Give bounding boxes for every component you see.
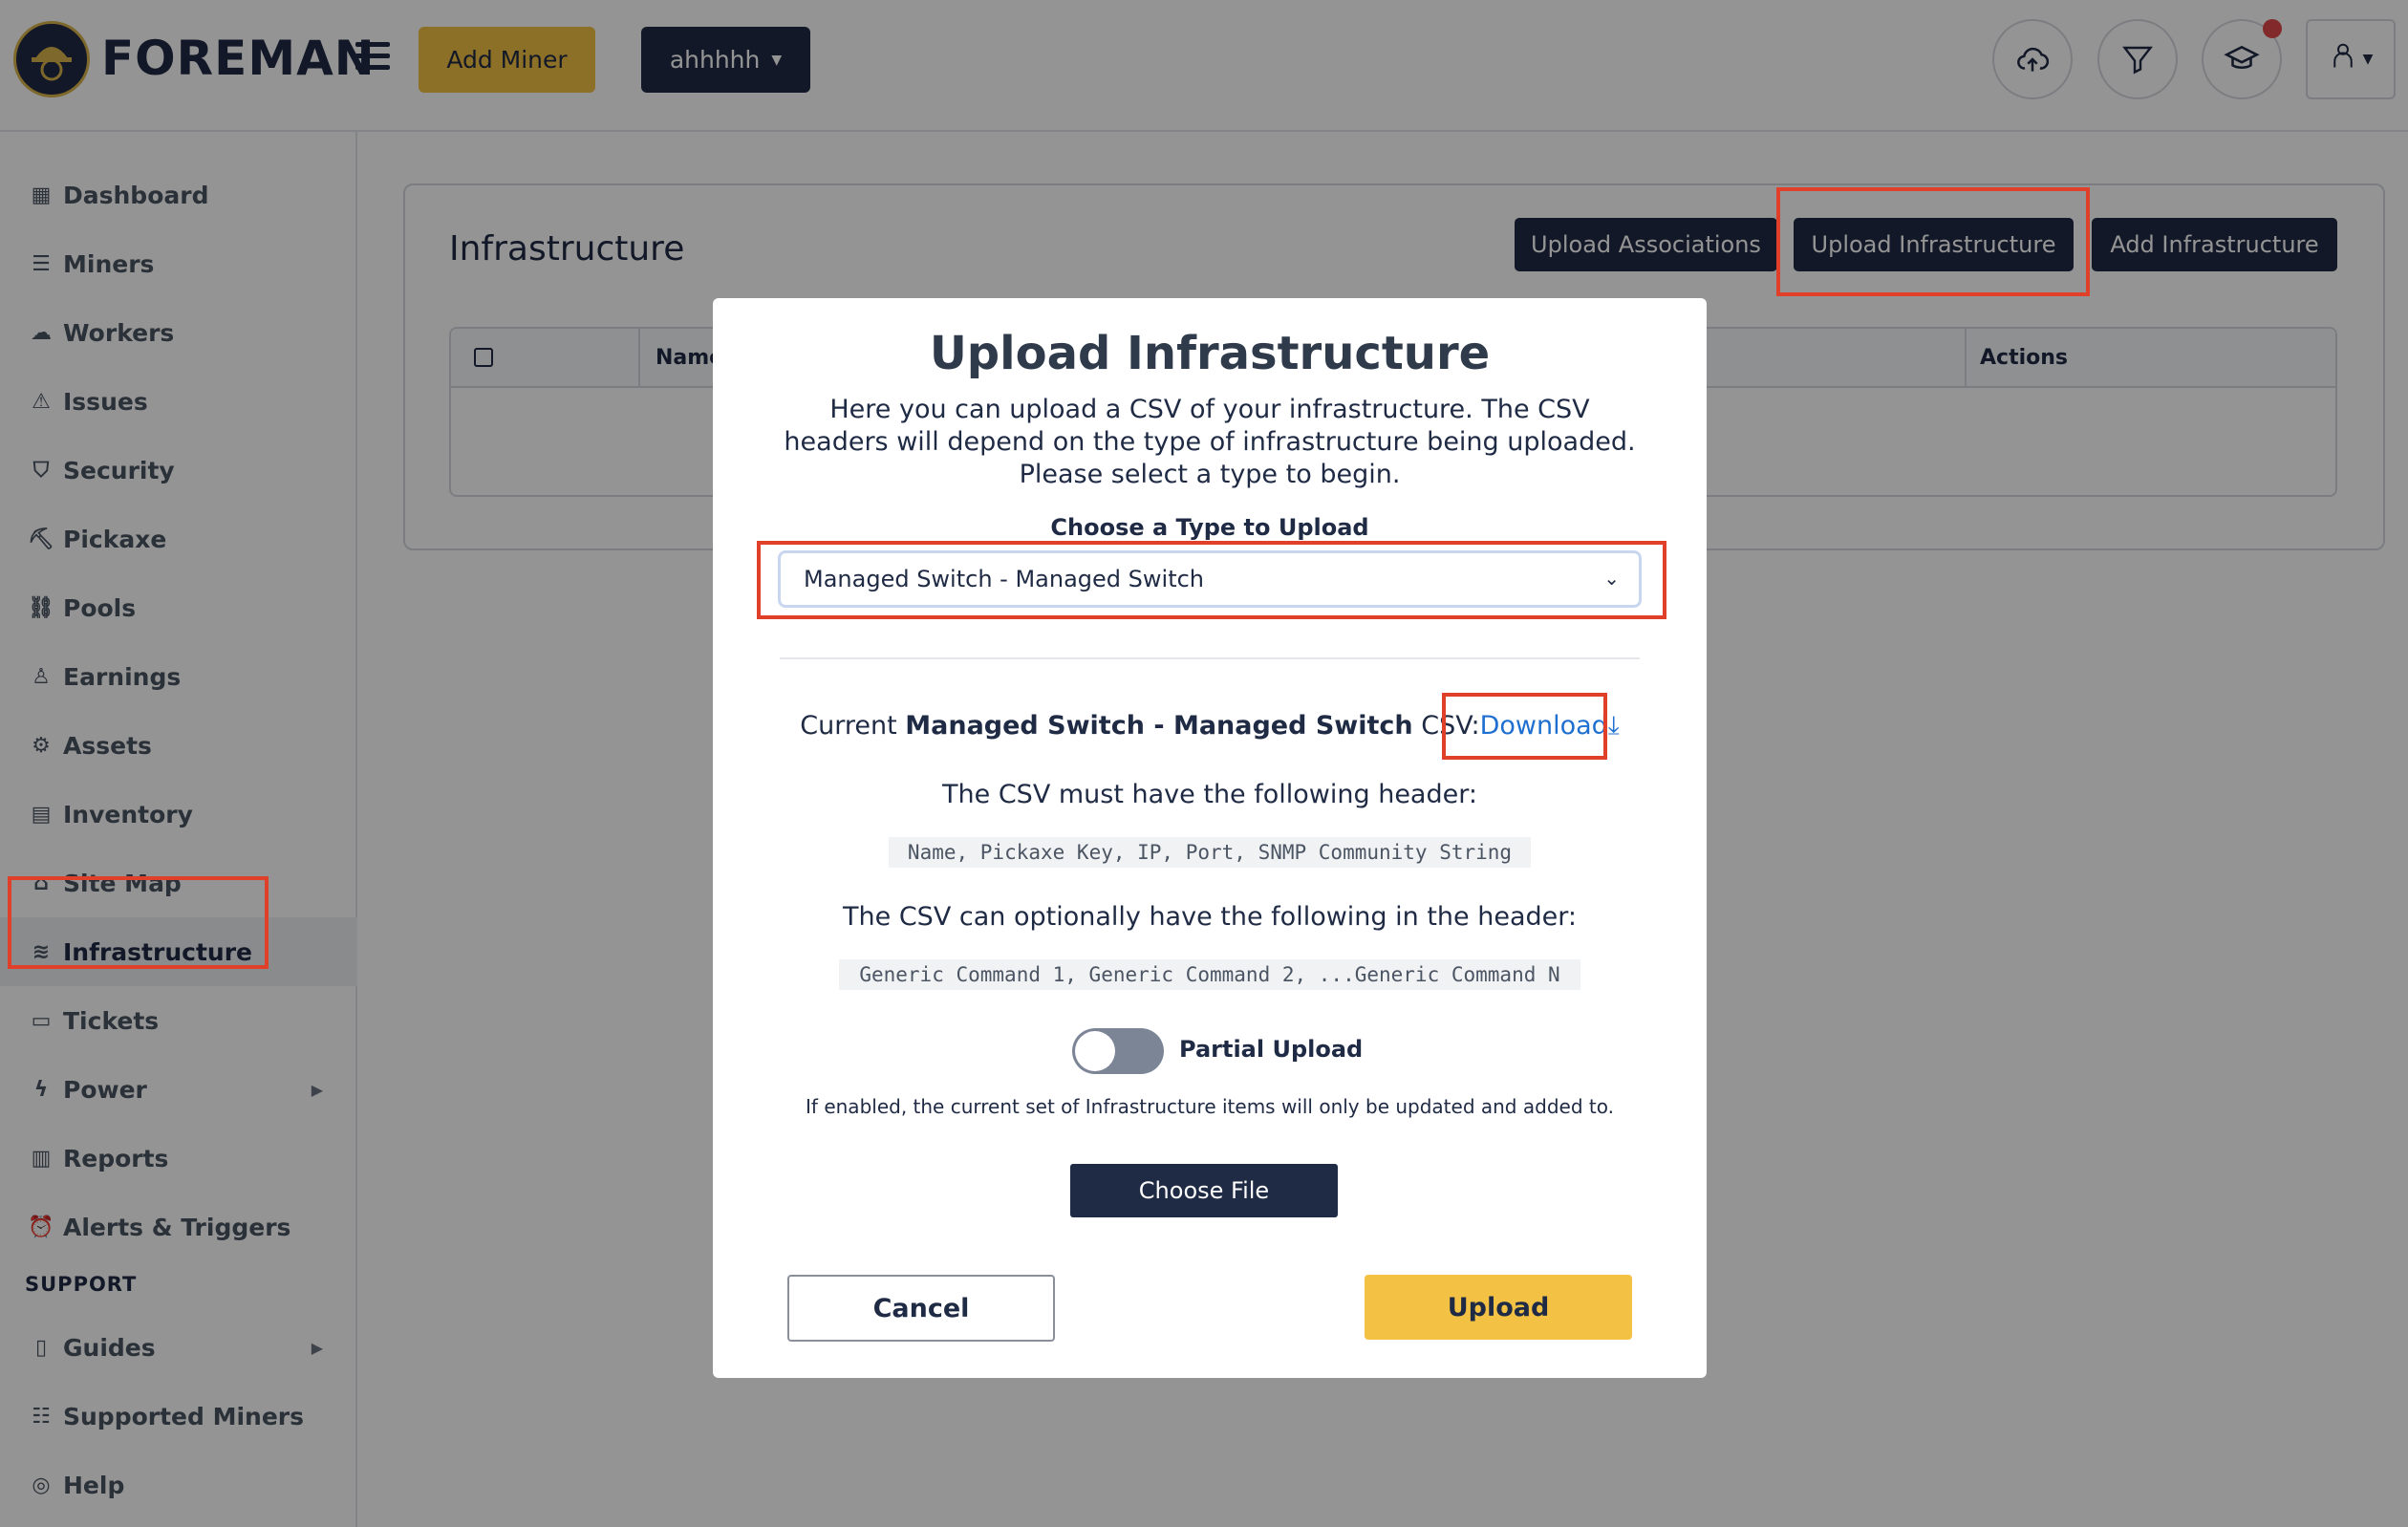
modal-title: Upload Infrastructure [929,327,1491,380]
highlight-box [757,541,1666,619]
current-prefix: Current [800,711,897,741]
modal-intro-text: Here you can upload a CSV of your infras… [784,395,1636,489]
download-icon: ⤓ [1607,711,1620,741]
type-select-label: Choose a Type to Upload [1050,514,1369,541]
optional-header-text: The CSV can optionally have the followin… [843,902,1577,932]
upload-button[interactable]: Upload [1365,1275,1632,1340]
upload-infrastructure-modal: Upload Infrastructure Here you can uploa… [713,298,1707,1378]
choose-file-button[interactable]: Choose File [1070,1164,1338,1217]
partial-upload-hint: If enabled, the current set of Infrastru… [806,1095,1614,1118]
divider [780,657,1640,659]
required-header-text: The CSV must have the following header: [942,780,1477,809]
current-type: Managed Switch - Managed Switch [905,711,1413,741]
cancel-button[interactable]: Cancel [787,1275,1055,1342]
optional-headers-code: Generic Command 1, Generic Command 2, ..… [839,959,1580,990]
partial-upload-label: Partial Upload [1179,1036,1364,1063]
toggle-knob [1075,1031,1115,1071]
highlight-box [1776,187,2090,296]
required-headers-code: Name, Pickaxe Key, IP, Port, SNMP Commun… [889,837,1531,868]
highlight-box [1442,693,1607,760]
partial-upload-toggle[interactable] [1072,1028,1164,1074]
highlight-box [8,876,269,969]
